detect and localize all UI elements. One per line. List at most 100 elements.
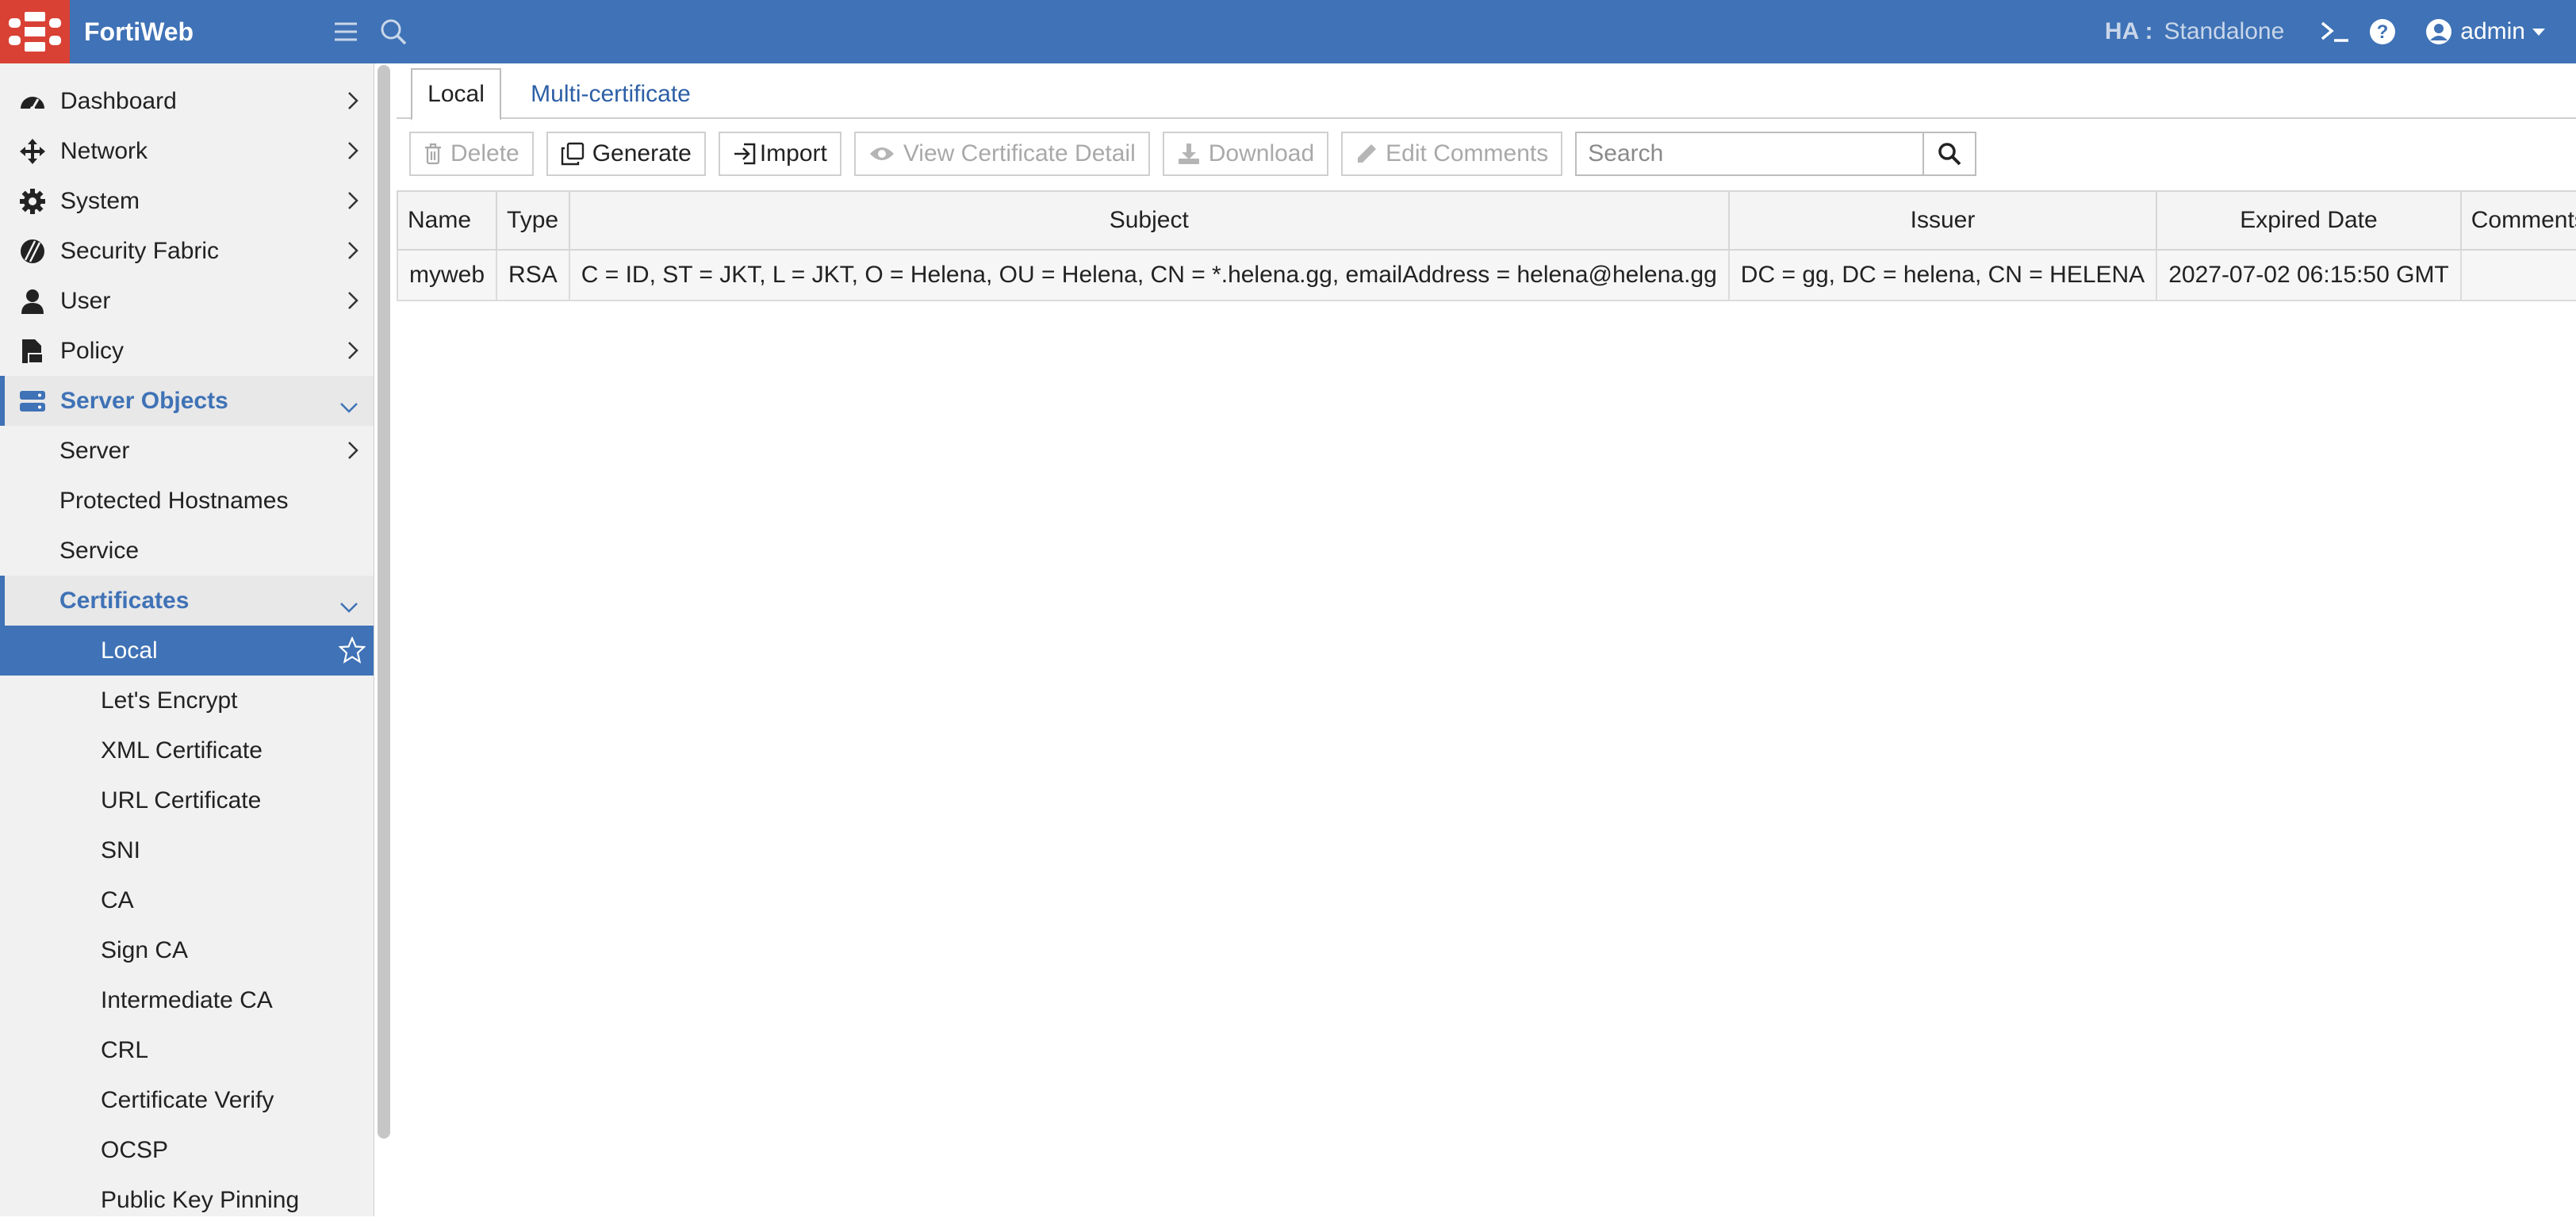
cell-comments xyxy=(2459,249,2576,301)
eye-icon xyxy=(869,147,894,160)
column-header-subject[interactable]: Subject xyxy=(568,190,1730,251)
sidebar-item-system[interactable]: System xyxy=(0,176,374,226)
sidebar-item-certificates[interactable]: Certificates xyxy=(0,576,374,626)
column-header-expired-date[interactable]: Expired Date xyxy=(2156,190,2462,251)
delete-label: Delete xyxy=(450,140,519,167)
cell-issuer: DC = gg, DC = helena, CN = HELENA xyxy=(1727,249,2158,301)
chevron-down-icon xyxy=(339,393,359,420)
sidebar-item-policy[interactable]: Policy xyxy=(0,326,374,376)
column-header-type[interactable]: Type xyxy=(496,190,570,251)
sidebar-item-label: Dashboard xyxy=(60,87,177,114)
sidebar-item-label: Network xyxy=(60,137,148,164)
sidebar-item-label: Certificates xyxy=(59,587,190,614)
sidebar-item-label: Local xyxy=(101,637,158,664)
sidebar-item-service[interactable]: Service xyxy=(0,526,374,576)
help-icon[interactable]: ? xyxy=(2359,0,2406,63)
user-avatar-icon xyxy=(2426,19,2452,44)
menu-toggle-icon[interactable] xyxy=(322,0,370,63)
chevron-right-icon xyxy=(347,440,359,467)
chevron-right-icon xyxy=(347,90,359,117)
sidebar-item-label: Sign CA xyxy=(101,936,189,963)
tab-multi-certificate[interactable]: Multi-certificate xyxy=(516,68,706,121)
cli-console-icon[interactable] xyxy=(2311,0,2359,63)
sidebar-item-server-objects[interactable]: Server Objects xyxy=(0,376,374,426)
gear-icon xyxy=(17,186,48,216)
chevron-right-icon xyxy=(347,140,359,167)
sidebar-item-xml-certificate[interactable]: XML Certificate xyxy=(0,725,374,775)
cell-subject: C = ID, ST = JKT, L = JKT, O = Helena, O… xyxy=(568,249,1730,301)
sidebar-item-ocsp[interactable]: OCSP xyxy=(0,1125,374,1175)
generate-button[interactable]: Generate xyxy=(546,132,706,176)
security-fabric-icon xyxy=(17,236,48,266)
sidebar-item-label: Service xyxy=(59,537,140,564)
chevron-right-icon xyxy=(347,240,359,267)
search-icon[interactable] xyxy=(370,0,417,63)
sidebar-item-security-fabric[interactable]: Security Fabric xyxy=(0,226,374,276)
sidebar-item-url-certificate[interactable]: URL Certificate xyxy=(0,775,374,825)
sidebar-item-label: Server xyxy=(59,437,130,464)
sidebar-item-public-key-pinning[interactable]: Public Key Pinning xyxy=(0,1175,374,1225)
toolbar: Delete Generate Import View Certificate … xyxy=(409,132,1977,176)
table-row[interactable]: myweb RSA C = ID, ST = JKT, L = JKT, O =… xyxy=(396,249,2576,301)
sidebar-item-local[interactable]: Local xyxy=(0,626,374,676)
sidebar: Dashboard Network System Security Fabric… xyxy=(0,63,374,1216)
sidebar-item-label: Server Objects xyxy=(60,387,228,414)
sidebar-item-sni[interactable]: SNI xyxy=(0,825,374,875)
sidebar-item-label: OCSP xyxy=(101,1136,169,1163)
sidebar-item-sign-ca[interactable]: Sign CA xyxy=(0,925,374,975)
import-label: Import xyxy=(759,140,827,167)
sidebar-item-label: URL Certificate xyxy=(101,787,262,813)
column-header-name[interactable]: Name xyxy=(396,190,498,251)
user-icon xyxy=(17,286,48,316)
trash-icon xyxy=(425,143,441,165)
sidebar-item-label: Public Key Pinning xyxy=(101,1186,300,1213)
server-icon xyxy=(17,386,48,416)
sidebar-item-ca[interactable]: CA xyxy=(0,875,374,925)
sidebar-item-label: SNI xyxy=(101,836,141,863)
sidebar-item-label: User xyxy=(60,287,111,314)
chevron-down-icon xyxy=(339,593,359,620)
tab-bar: Local Multi-certificate xyxy=(397,63,2576,121)
main-content: Local Multi-certificate Delete Generate … xyxy=(396,63,2576,1216)
sidebar-item-network[interactable]: Network xyxy=(0,126,374,176)
caret-down-icon xyxy=(2532,29,2545,36)
search-button[interactable] xyxy=(1924,132,1977,176)
download-icon xyxy=(1178,144,1199,164)
star-icon[interactable] xyxy=(338,636,366,670)
sidebar-scrollbar[interactable] xyxy=(378,65,390,1139)
pencil-icon xyxy=(1358,144,1377,163)
sidebar-item-label: Let's Encrypt xyxy=(101,687,238,714)
sidebar-item-label: Policy xyxy=(60,337,125,364)
sidebar-item-label: Certificate Verify xyxy=(101,1086,274,1113)
sidebar-item-intermediate-ca[interactable]: Intermediate CA xyxy=(0,975,374,1025)
sidebar-item-dashboard[interactable]: Dashboard xyxy=(0,76,374,126)
column-header-comments[interactable]: Comments xyxy=(2459,190,2576,251)
user-menu[interactable]: admin xyxy=(2425,18,2546,45)
sidebar-item-server[interactable]: Server xyxy=(0,426,374,476)
sidebar-item-crl[interactable]: CRL xyxy=(0,1025,374,1075)
sidebar-item-protected-hostnames[interactable]: Protected Hostnames xyxy=(0,476,374,526)
user-name: admin xyxy=(2460,18,2525,44)
edit-comments-button[interactable]: Edit Comments xyxy=(1341,132,1563,176)
search-input[interactable] xyxy=(1575,132,1925,176)
svg-text:?: ? xyxy=(2377,21,2389,43)
delete-button[interactable]: Delete xyxy=(409,132,534,176)
cell-name: myweb xyxy=(396,249,498,301)
chevron-right-icon xyxy=(347,190,359,217)
chevron-right-icon xyxy=(347,340,359,367)
search-box xyxy=(1575,132,1977,176)
sidebar-item-label: Security Fabric xyxy=(60,237,220,264)
import-icon xyxy=(734,143,756,165)
sidebar-item-certificate-verify[interactable]: Certificate Verify xyxy=(0,1075,374,1125)
download-button[interactable]: Download xyxy=(1162,132,1329,176)
sidebar-item-label: Protected Hostnames xyxy=(59,487,289,514)
tab-local[interactable]: Local xyxy=(411,68,501,121)
view-certificate-detail-button[interactable]: View Certificate Detail xyxy=(853,132,1150,176)
sidebar-item-lets-encrypt[interactable]: Let's Encrypt xyxy=(0,676,374,725)
sidebar-item-user[interactable]: User xyxy=(0,276,374,326)
fortinet-logo-icon[interactable] xyxy=(0,0,70,63)
top-bar: FortiWeb HA : Standalone ? admin xyxy=(0,0,2576,63)
import-button[interactable]: Import xyxy=(718,132,841,176)
column-header-issuer[interactable]: Issuer xyxy=(1727,190,2158,251)
cell-expired-date: 2027-07-02 06:15:50 GMT xyxy=(2156,249,2462,301)
